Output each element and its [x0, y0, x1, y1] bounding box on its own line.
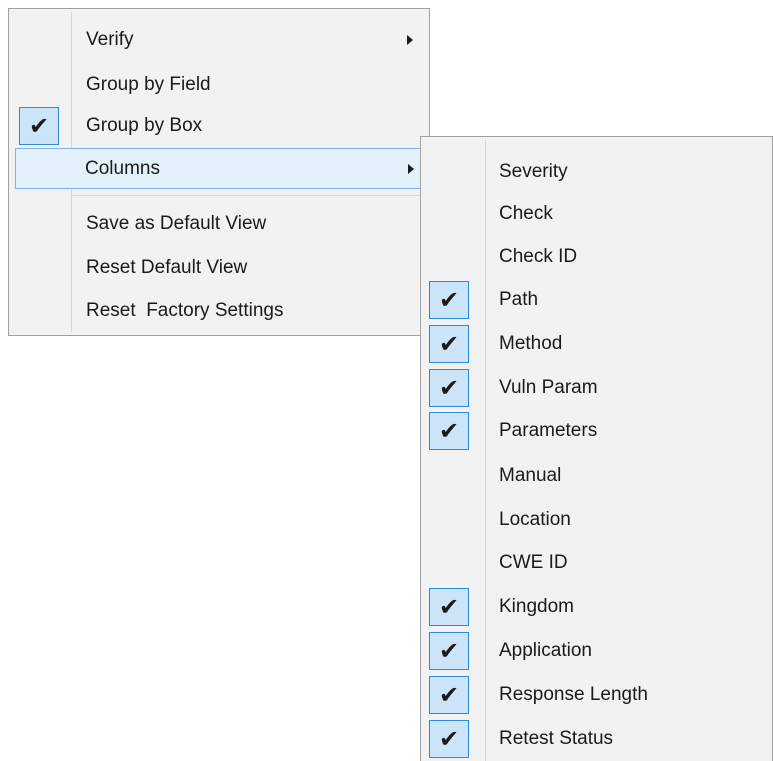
column-option-label: Kingdom — [499, 595, 574, 617]
column-option-severity[interactable]: Severity — [423, 151, 770, 192]
checkmark-icon: ✔ — [429, 675, 469, 714]
checkmark-icon: ✔ — [429, 631, 469, 670]
menu-item-label: Columns — [85, 157, 160, 179]
checkmark-icon: ✔ — [429, 368, 469, 407]
column-option-path[interactable]: ✔ Path — [423, 279, 770, 320]
column-option-label: Vuln Param — [499, 376, 598, 398]
menu-item-group-by-field[interactable]: Group by Field — [11, 64, 427, 105]
menu-item-label: Group by Box — [86, 114, 203, 136]
menu-item-label: Reset Default View — [86, 256, 248, 278]
menu-item-verify[interactable]: Verify — [11, 19, 427, 60]
column-option-label: Check — [499, 202, 553, 224]
column-option-check[interactable]: Check — [423, 193, 770, 234]
column-option-label: Path — [499, 288, 539, 310]
column-option-label: Manual — [499, 464, 562, 486]
menu-item-reset-default-view[interactable]: Reset Default View — [11, 247, 427, 288]
menu-item-label: Verify — [86, 28, 134, 50]
checkmark-icon: ✔ — [429, 587, 469, 626]
column-option-method[interactable]: ✔ Method — [423, 323, 770, 364]
checkmark-icon: ✔ — [429, 280, 469, 319]
column-option-cwe-id[interactable]: CWE ID — [423, 542, 770, 583]
column-option-label: Response Length — [499, 683, 648, 705]
column-option-manual[interactable]: Manual — [423, 455, 770, 496]
menu-item-label: Save as Default View — [86, 212, 267, 234]
menu-item-save-as-default-view[interactable]: Save as Default View — [11, 203, 427, 244]
checkmark-icon: ✔ — [429, 411, 469, 450]
menu-item-columns[interactable]: Columns — [15, 148, 423, 189]
column-option-kingdom[interactable]: ✔ Kingdom — [423, 586, 770, 627]
context-menu: Verify Group by Field ✔ Group by Box Col… — [8, 8, 430, 336]
column-option-retest-status[interactable]: ✔ Retest Status — [423, 718, 770, 759]
checkmark-icon: ✔ — [429, 324, 469, 363]
menu-item-group-by-box[interactable]: ✔ Group by Box — [11, 105, 427, 146]
menu-item-reset-factory-settings[interactable]: Reset Factory Settings — [11, 290, 427, 331]
column-option-application[interactable]: ✔ Application — [423, 630, 770, 671]
column-option-response-length[interactable]: ✔ Response Length — [423, 674, 770, 715]
checkmark-icon: ✔ — [429, 719, 469, 758]
menu-separator — [71, 195, 425, 196]
column-option-label: Location — [499, 508, 571, 530]
column-option-label: Severity — [499, 160, 568, 182]
columns-submenu: Severity Check Check ID ✔ Path ✔ Method … — [420, 136, 773, 761]
checkmark-icon: ✔ — [19, 106, 59, 145]
column-option-label: Application — [499, 639, 592, 661]
column-option-label: Check ID — [499, 245, 578, 267]
menu-item-label: Reset Factory Settings — [86, 299, 284, 321]
chevron-right-icon — [407, 34, 413, 45]
menu-item-label: Group by Field — [86, 73, 211, 95]
column-option-label: Retest Status — [499, 727, 614, 749]
column-option-label: Method — [499, 332, 563, 354]
column-option-check-id[interactable]: Check ID — [423, 236, 770, 277]
column-option-label: Parameters — [499, 419, 598, 441]
chevron-right-icon — [408, 163, 414, 174]
column-option-label: CWE ID — [499, 551, 568, 573]
column-option-vuln-param[interactable]: ✔ Vuln Param — [423, 367, 770, 408]
column-option-parameters[interactable]: ✔ Parameters — [423, 410, 770, 451]
column-option-location[interactable]: Location — [423, 499, 770, 540]
